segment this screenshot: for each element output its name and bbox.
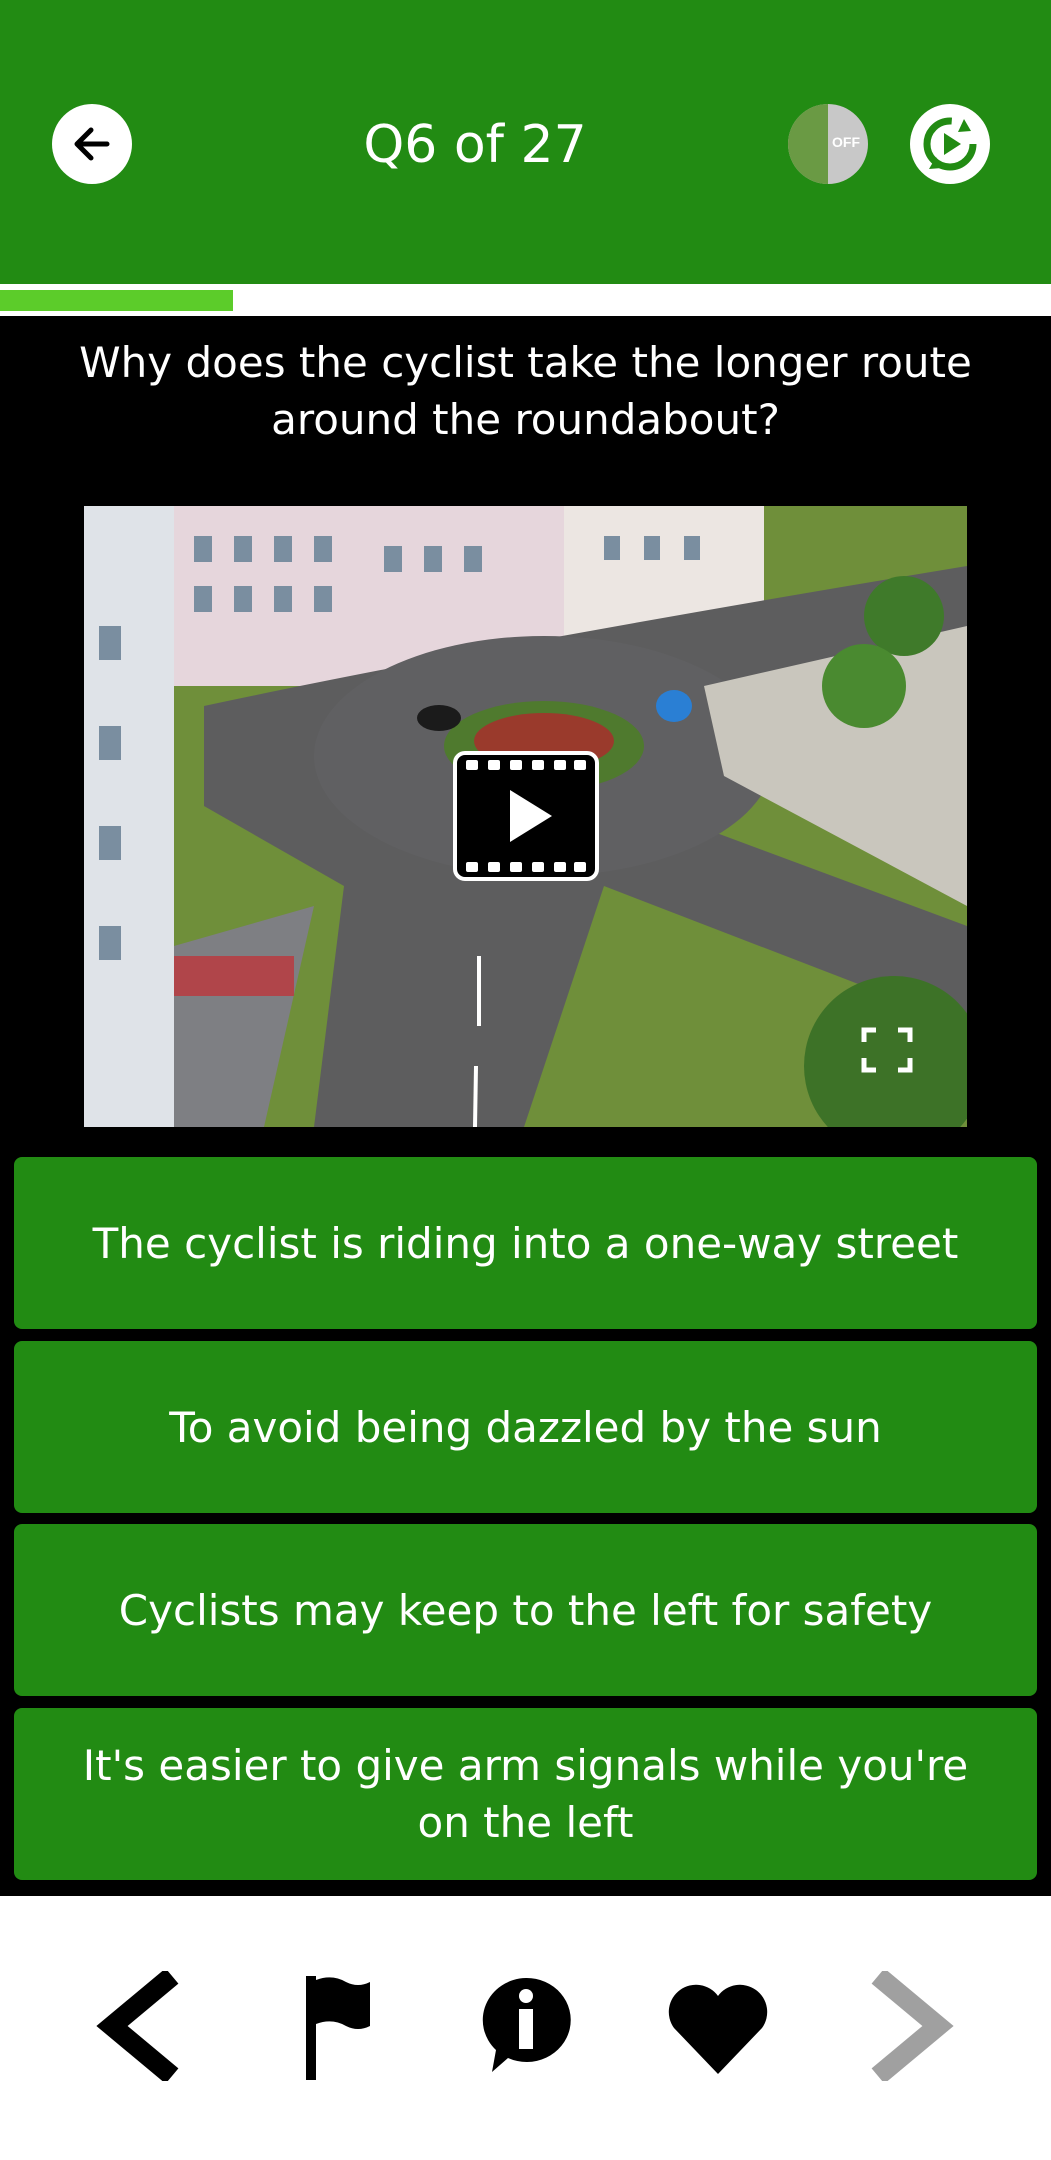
header-bar: Q6 of 27 OFF xyxy=(0,0,1051,284)
bottom-nav xyxy=(0,1896,1051,2160)
progress-fill xyxy=(0,290,233,311)
question-text: Why does the cyclist take the longer rou… xyxy=(79,338,972,444)
refresh-play-icon xyxy=(923,117,977,171)
chevron-right-icon[interactable] xyxy=(862,1971,958,2081)
answer-option-label: To avoid being dazzled by the sun xyxy=(169,1402,882,1452)
voice-toggle-button[interactable]: OFF xyxy=(788,104,868,184)
back-button[interactable] xyxy=(52,104,132,184)
info-icon[interactable] xyxy=(478,1976,574,2076)
answer-option-label: Cyclists may keep to the left for safety xyxy=(118,1585,933,1635)
answer-option-2[interactable]: To avoid being dazzled by the sun xyxy=(14,1341,1037,1513)
heart-icon[interactable] xyxy=(666,1982,770,2076)
fullscreen-icon[interactable] xyxy=(860,1026,914,1074)
refresh-button[interactable] xyxy=(910,104,990,184)
arrow-left-icon xyxy=(74,127,110,161)
answer-option-4[interactable]: It's easier to give arm signals while yo… xyxy=(14,1708,1037,1880)
answer-option-label: The cyclist is riding into a one-way str… xyxy=(92,1218,959,1268)
answer-option-1[interactable]: The cyclist is riding into a one-way str… xyxy=(14,1157,1037,1329)
video-play-icon[interactable] xyxy=(452,750,600,882)
page-title: Q6 of 27 xyxy=(363,115,587,175)
chevron-left-icon[interactable] xyxy=(92,1971,188,2081)
voice-toggle-state: OFF xyxy=(832,134,860,150)
answer-option-3[interactable]: Cyclists may keep to the left for safety xyxy=(14,1524,1037,1696)
flag-icon[interactable] xyxy=(302,1974,372,2082)
voice-head-icon xyxy=(788,104,828,184)
answer-option-label: It's easier to give arm signals while yo… xyxy=(82,1741,969,1847)
